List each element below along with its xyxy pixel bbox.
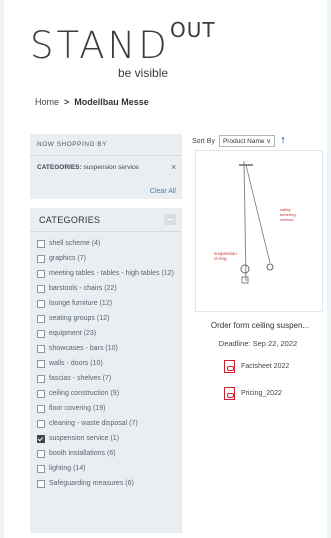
pdf-icon — [224, 360, 235, 373]
sort-label: Sort By — [192, 137, 215, 145]
product-image[interactable]: safety tethering method suspension O-rin… — [195, 150, 323, 312]
factsheet-link[interactable]: Factsheet 2022 — [224, 360, 289, 373]
now-shopping-header: NOW SHOPPING BY — [30, 134, 182, 156]
category-item[interactable]: Safeguarding measures (6) — [37, 479, 179, 488]
page: STAND OUT be visible Home > Modellbau Mess… — [4, 0, 327, 538]
breadcrumb-current: Modellbau Messe — [74, 97, 149, 107]
category-label: booth installations (6) — [49, 450, 116, 457]
standout-logo[interactable]: STAND OUT be visible — [30, 18, 240, 80]
checkbox-icon[interactable] — [37, 480, 45, 488]
category-label: Safeguarding measures (6) — [49, 480, 134, 487]
category-label: walls - doors (10) — [49, 360, 103, 367]
checkbox-icon[interactable] — [37, 255, 45, 263]
checkbox-icon[interactable] — [37, 315, 45, 323]
category-item[interactable]: seating groups (12) — [37, 314, 179, 323]
svg-text:O-ring: O-ring — [214, 256, 227, 261]
suspension-diagram: safety tethering method suspension O-rin… — [214, 160, 296, 284]
category-list: shell scheme (4) graphics (7) meeting tabl… — [37, 239, 179, 494]
category-label: cleaning - waste disposal (7) — [49, 420, 138, 427]
category-label: lighting (14) — [49, 465, 86, 472]
checkbox-icon[interactable] — [37, 300, 45, 308]
category-label: graphics (7) — [49, 255, 86, 262]
breadcrumb-home[interactable]: Home — [35, 97, 59, 107]
logo-sup: OUT — [170, 18, 216, 42]
active-filter: CATEGORIES: suspension service — [37, 164, 139, 171]
category-item[interactable]: booth installations (6) — [37, 449, 179, 458]
category-item[interactable]: barstools - chairs (22) — [37, 284, 179, 293]
category-item[interactable]: equipment (23) — [37, 329, 179, 338]
category-label: floor covering (19) — [49, 405, 106, 412]
category-label: barstools - chairs (22) — [49, 285, 117, 292]
arrow-up-icon[interactable]: 🠕 — [281, 133, 285, 149]
checkbox-checked-icon[interactable] — [37, 435, 45, 443]
category-item[interactable]: ceiling construction (9) — [37, 389, 179, 398]
category-label: suspension service (1) — [49, 435, 120, 442]
factsheet-label: Factsheet 2022 — [241, 363, 290, 370]
pricing-link[interactable]: Pricing_2022 — [224, 387, 282, 400]
collapse-icon[interactable] — [164, 214, 176, 225]
category-label: seating groups (12) — [49, 315, 110, 322]
svg-text:method: method — [280, 217, 293, 222]
category-label: meeting tables - tables - high tables (1… — [49, 270, 174, 277]
category-item[interactable]: walls - doors (10) — [37, 359, 179, 368]
checkbox-icon[interactable] — [37, 465, 45, 473]
logo-main: STAND — [30, 24, 170, 67]
checkbox-icon[interactable] — [37, 375, 45, 383]
category-item[interactable]: showcases - bars (10) — [37, 344, 179, 353]
active-filter-label: CATEGORIES: — [37, 164, 82, 171]
category-item[interactable]: fascias - shelves (7) — [37, 374, 179, 383]
now-shopping-panel: NOW SHOPPING BY CATEGORIES: suspension s… — [30, 134, 182, 199]
active-filter-value: suspension service — [83, 164, 139, 171]
product-name[interactable]: Order form ceiling suspen... — [195, 321, 325, 330]
checkbox-icon[interactable] — [37, 285, 45, 293]
breadcrumb: Home > Modellbau Messe — [35, 97, 149, 107]
checkbox-icon[interactable] — [37, 360, 45, 368]
remove-filter-icon[interactable]: × — [171, 162, 176, 172]
category-item[interactable]: cleaning - waste disposal (7) — [37, 419, 179, 428]
category-item[interactable]: shell scheme (4) — [37, 239, 179, 248]
checkbox-icon[interactable] — [37, 330, 45, 338]
categories-header[interactable]: CATEGORIES — [30, 208, 182, 232]
sort-control: Sort By Product Name ∨ 🠕 — [192, 133, 285, 149]
category-label: fascias - shelves (7) — [49, 375, 112, 382]
checkbox-icon[interactable] — [37, 420, 45, 428]
product-deadline: Deadline: Sep 22, 2022 — [218, 339, 298, 348]
checkbox-icon[interactable] — [37, 345, 45, 353]
checkbox-icon[interactable] — [37, 390, 45, 398]
sort-select[interactable]: Product Name ∨ — [218, 135, 276, 147]
checkbox-icon[interactable] — [37, 240, 45, 248]
category-label: ceiling construction (9) — [49, 390, 120, 397]
pdf-icon — [224, 387, 235, 400]
category-item[interactable]: meeting tables - tables - high tables (1… — [37, 269, 179, 278]
checkbox-icon[interactable] — [37, 405, 45, 413]
category-label: shell scheme (4) — [49, 240, 101, 247]
clear-all-link[interactable]: Clear All — [150, 188, 176, 195]
breadcrumb-separator: > — [64, 97, 70, 107]
category-item[interactable]: lighting (14) — [37, 464, 179, 473]
category-item[interactable]: suspension service (1) — [37, 434, 179, 443]
category-label: showcases - bars (10) — [49, 345, 118, 352]
checkbox-icon[interactable] — [37, 450, 45, 458]
pricing-label: Pricing_2022 — [241, 390, 282, 397]
categories-panel: CATEGORIES shell scheme (4) graphics (7) m… — [30, 208, 182, 533]
category-item[interactable]: floor covering (19) — [37, 404, 179, 413]
category-label: equipment (23) — [49, 330, 97, 337]
checkbox-icon[interactable] — [37, 270, 45, 278]
category-item[interactable]: graphics (7) — [37, 254, 179, 263]
logo-tagline: be visible — [118, 66, 169, 80]
category-item[interactable]: lounge furniture (12) — [37, 299, 179, 308]
category-label: lounge furniture (12) — [49, 300, 113, 307]
